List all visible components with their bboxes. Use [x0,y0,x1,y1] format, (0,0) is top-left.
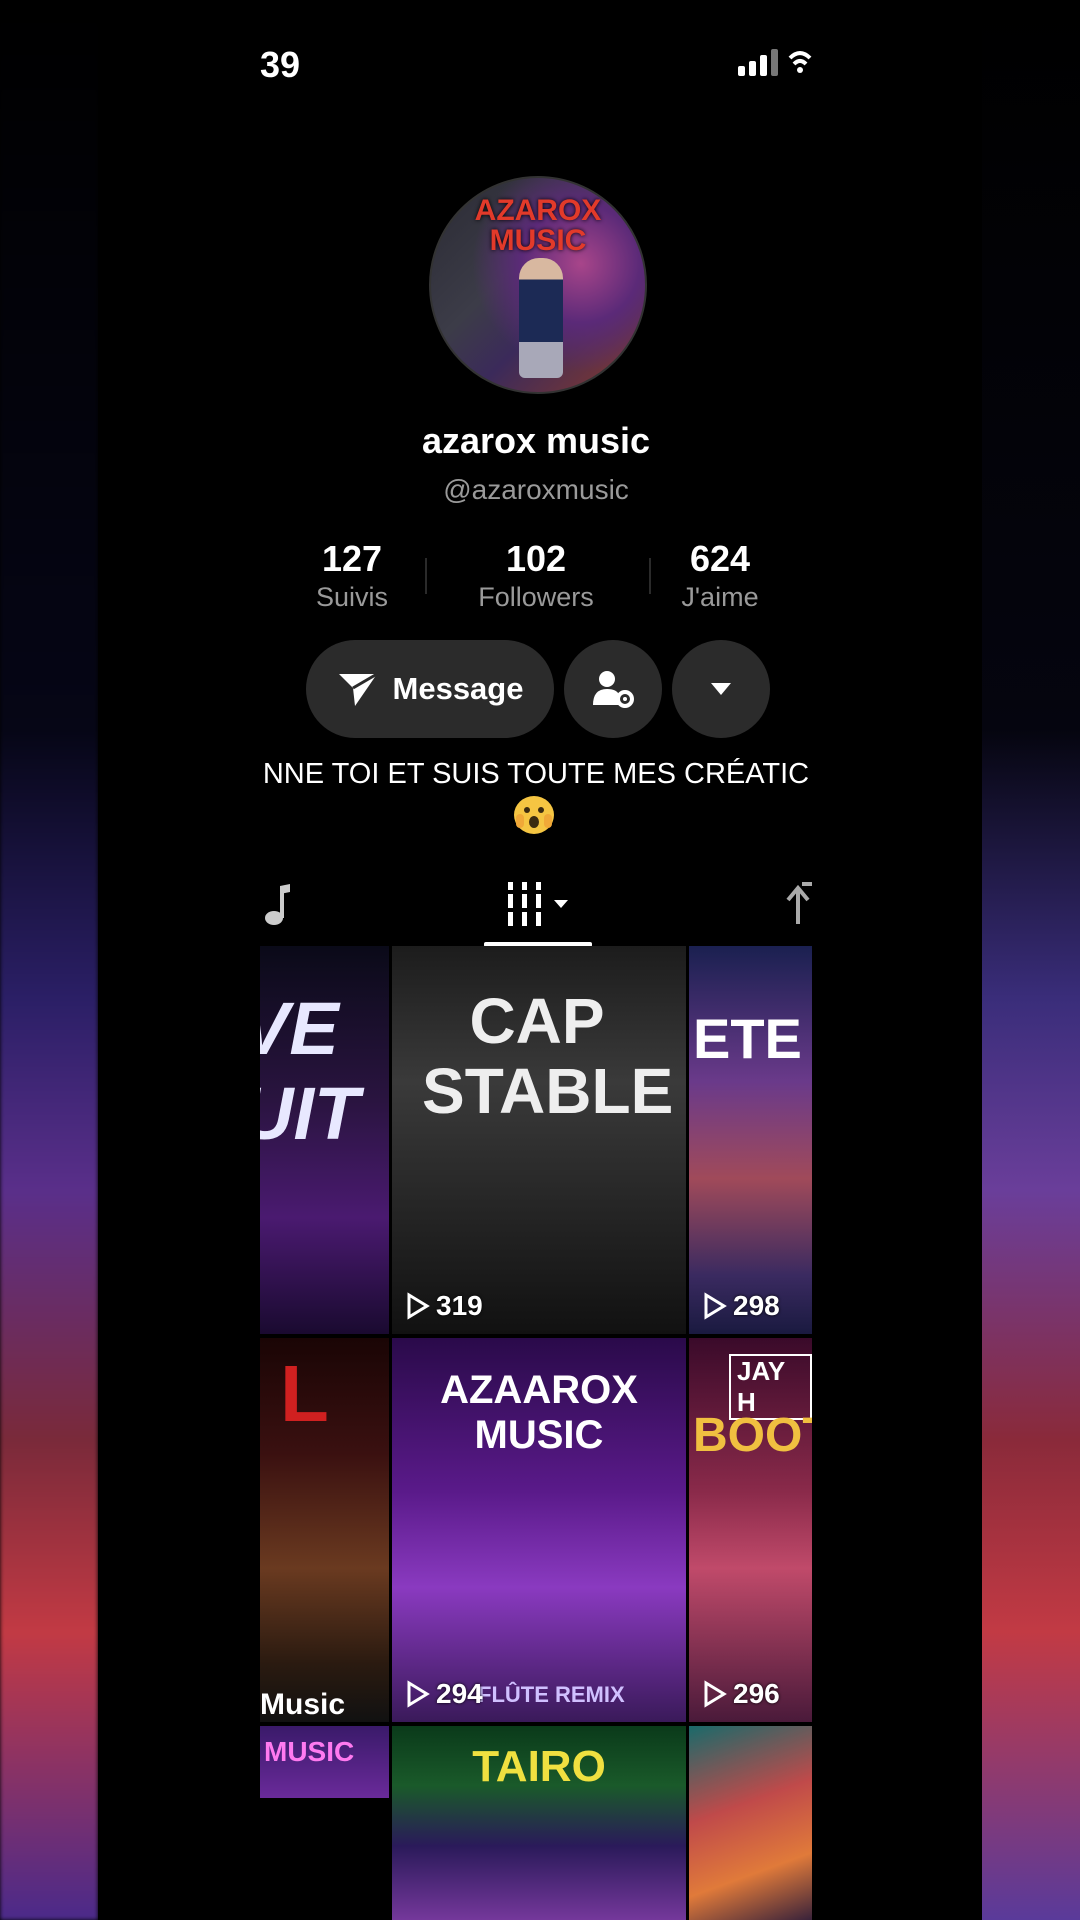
shocked-face-emoji [514,796,554,834]
caret-down-icon [711,683,731,695]
view-count-text: 294 [436,1678,483,1709]
play-icon [704,1680,727,1708]
followers-count: 102 [505,538,567,579]
video-subtitle: Music [260,1688,346,1721]
video-tile[interactable]: VE UIT [260,946,389,1334]
video-title: VE UIT [260,987,360,1155]
video-title: AZAAROX MUSIC [440,1368,638,1457]
view-count: 319 [406,1290,483,1322]
background-blur-left [0,0,98,1920]
profile-tabs [260,870,812,947]
wifi-icon [788,51,812,73]
profile-bio: NNE TOI ET SUIS TOUTE MES CRÉATIC [262,758,810,790]
view-count: 298 [703,1290,780,1322]
tab-reposts-icon[interactable] [784,880,812,926]
play-icon [407,1292,430,1320]
view-count-text: 296 [733,1678,780,1709]
profile-stats: 127 Suivis 102 Followers 624 J'aime [260,538,812,613]
video-title: ETE [693,1007,802,1070]
view-count-text: 298 [733,1290,780,1321]
display-name: azarox music [421,420,651,461]
profile-actions: Message [306,640,770,738]
video-tile[interactable] [689,1726,812,1920]
likes-label: J'aime [681,582,759,612]
status-icons [738,48,812,76]
following-count: 127 [321,538,383,579]
phone-frame: 39 AZAROX MUSIC azarox music @azaroxmusic… [98,0,982,1920]
profile-screen: 39 AZAROX MUSIC azarox music @azaroxmusic… [260,0,812,1920]
video-tile[interactable]: TAIRO [392,1726,686,1920]
message-label: Message [392,671,524,706]
send-icon [338,672,378,706]
view-count-text: 319 [436,1290,483,1321]
play-icon [704,1292,727,1320]
video-tile[interactable]: ETE 298 [689,946,812,1334]
background-blur-right [982,0,1080,1920]
video-title: CAP STABLE [422,985,674,1127]
video-tile[interactable]: JAY H BOOT 296 [689,1338,812,1722]
tab-music-icon[interactable] [260,882,290,926]
video-subtitle: FLÛTE REMIX [478,1682,625,1707]
likes-count: 624 [689,538,751,579]
stat-likes[interactable]: 624 J'aime [628,538,812,613]
video-tile[interactable]: CAP STABLE 319 [392,946,686,1334]
message-button[interactable]: Message [306,640,554,738]
video-tile[interactable]: AZAAROX MUSIC FLÛTE REMIX 294 [392,1338,686,1722]
view-count: 296 [703,1678,780,1710]
signal-icon [738,48,778,76]
followers-label: Followers [478,582,594,612]
stat-divider [649,558,651,594]
view-count: 294 [406,1678,483,1710]
profile-avatar[interactable]: AZAROX MUSIC [429,176,647,394]
avatar-logo-text: AZAROX MUSIC [474,194,602,257]
user-settings-icon [593,671,634,708]
more-dropdown-button[interactable] [672,640,770,738]
stat-divider [425,558,427,594]
video-title: TAIRO [472,1742,606,1791]
video-title: L [280,1349,329,1438]
follow-settings-button[interactable] [564,640,662,738]
video-tile[interactable]: L Music [260,1338,389,1722]
stat-following[interactable]: 127 Suivis [260,538,444,613]
avatar-person [519,258,563,378]
stat-followers[interactable]: 102 Followers [444,538,628,613]
status-time: 39 [260,44,301,85]
tab-videos-grid-icon[interactable] [506,880,570,928]
video-title: BOOT [693,1409,812,1462]
video-tile[interactable]: MUSIC [260,1726,389,1798]
username-handle: @azaroxmusic [443,474,629,505]
video-title: MUSIC [264,1736,355,1767]
play-icon [407,1680,430,1708]
following-label: Suivis [315,582,389,612]
